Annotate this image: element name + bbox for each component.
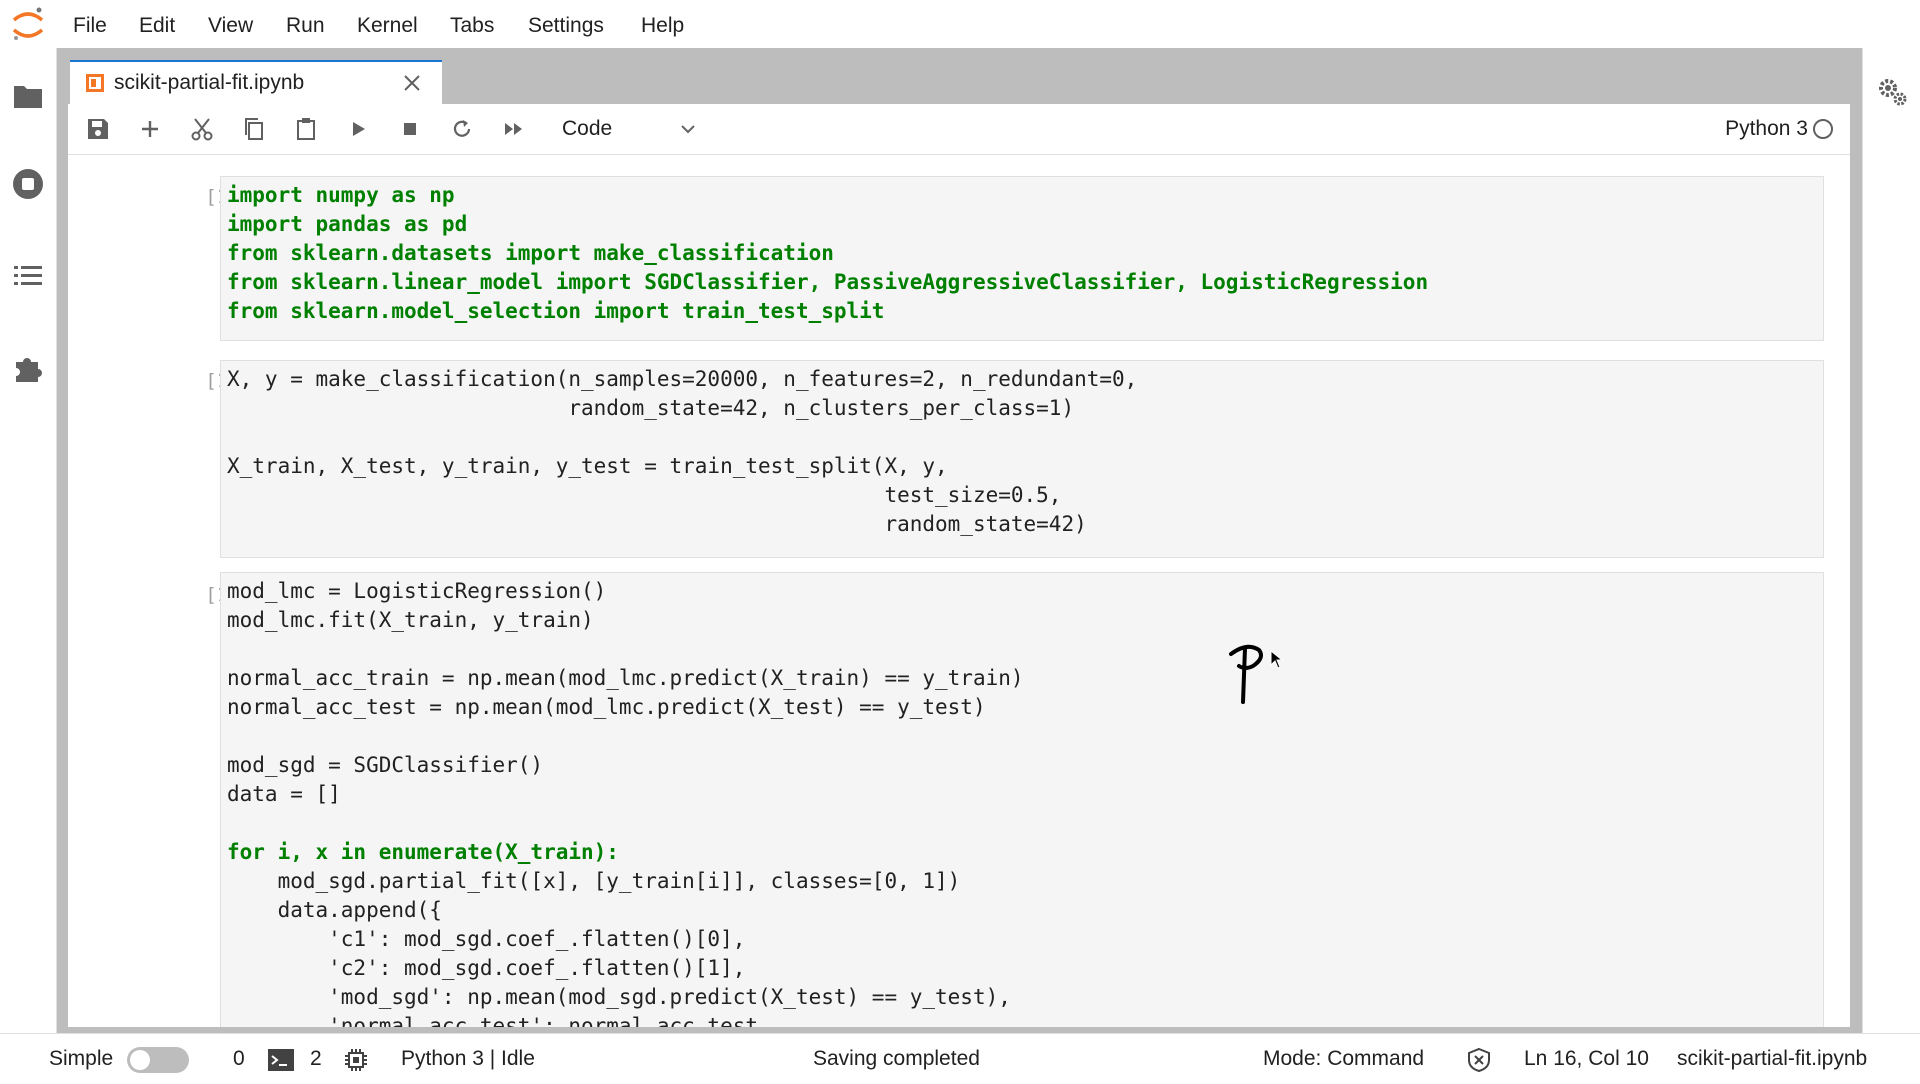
code-line: import pandas as pd xyxy=(227,212,468,236)
code-line: 'normal_acc_test': normal_acc_test, xyxy=(227,1014,771,1027)
code-line: mod_lmc.fit(X_train, y_train) xyxy=(227,608,594,632)
simple-mode-toggle[interactable] xyxy=(127,1047,189,1073)
kernel-idle-circle-icon xyxy=(1813,119,1833,139)
code-line: normal_acc_train = np.mean(mod_lmc.predi… xyxy=(227,666,1024,690)
mouse-cursor-icon xyxy=(1270,650,1284,669)
toggle-knob xyxy=(130,1050,150,1070)
chevron-down-icon[interactable] xyxy=(676,117,700,141)
menu-tabs[interactable]: Tabs xyxy=(450,0,494,48)
running-kernels-icon[interactable] xyxy=(10,166,46,202)
menu-edit[interactable]: Edit xyxy=(139,0,175,48)
status-filename: scikit-partial-fit.ipynb xyxy=(1677,1047,1868,1070)
code-line: from sklearn.datasets import make_classi… xyxy=(227,241,834,265)
terminal-count: 0 xyxy=(233,1047,245,1070)
code-cell[interactable]: X, y = make_classification(n_samples=200… xyxy=(220,360,1824,558)
save-icon[interactable] xyxy=(84,115,112,143)
code-cell[interactable]: import numpy as np import pandas as pd f… xyxy=(220,176,1824,341)
trusted-shield-icon xyxy=(1468,1047,1490,1073)
menu-bar: File Edit View Run Kernel Tabs Settings … xyxy=(0,0,1920,48)
cell-code: import numpy as np import pandas as pd f… xyxy=(227,181,1428,326)
code-line: from sklearn.model_selection import trai… xyxy=(227,299,885,323)
kernel-name[interactable]: Python 3 xyxy=(1718,104,1808,154)
cell-code: X, y = make_classification(n_samples=200… xyxy=(227,365,1137,539)
notebook-toolbar: Code Python 3 xyxy=(68,104,1850,155)
run-icon[interactable] xyxy=(344,115,372,143)
property-inspector-gears-icon[interactable] xyxy=(1877,76,1909,108)
table-of-contents-icon[interactable] xyxy=(10,258,46,294)
menu-settings[interactable]: Settings xyxy=(528,0,604,48)
code-line: random_state=42, n_clusters_per_class=1) xyxy=(227,396,1075,420)
close-icon[interactable] xyxy=(400,71,424,95)
tab-title: scikit-partial-fit.ipynb xyxy=(114,71,305,94)
notebook-icon xyxy=(86,74,104,92)
code-line: mod_sgd.partial_fit([x], [y_train[i]], c… xyxy=(227,869,961,893)
paste-icon[interactable] xyxy=(292,115,320,143)
kernel-count: 2 xyxy=(310,1047,322,1070)
mode-indicator[interactable]: Mode: Command xyxy=(1263,1034,1424,1084)
notebook-tab[interactable]: scikit-partial-fit.ipynb xyxy=(70,60,442,104)
folder-icon[interactable] xyxy=(10,78,46,114)
menu-help[interactable]: Help xyxy=(641,0,684,48)
jupyter-logo-icon xyxy=(12,7,44,40)
kernel-chip-icon[interactable] xyxy=(343,1047,369,1073)
code-line: normal_acc_test = np.mean(mod_lmc.predic… xyxy=(227,695,986,719)
copy-icon[interactable] xyxy=(240,115,268,143)
simple-mode-label: Simple xyxy=(49,1047,114,1070)
menu-view[interactable]: View xyxy=(208,0,253,48)
menu-kernel[interactable]: Kernel xyxy=(357,0,418,48)
code-line: 'c1': mod_sgd.coef_.flatten()[0], xyxy=(227,927,746,951)
code-line: 'mod_sgd': np.mean(mod_sgd.predict(X_tes… xyxy=(227,985,1011,1009)
code-line: for i, x in enumerate(X_train): xyxy=(227,840,619,864)
save-status: Saving completed xyxy=(813,1047,980,1070)
right-sidebar xyxy=(1862,48,1920,1033)
notebook-panel: Code Python 3 [110]: import numpy as np … xyxy=(68,104,1850,1027)
run-all-icon[interactable] xyxy=(500,115,528,143)
menu-run[interactable]: Run xyxy=(286,0,325,48)
code-line: mod_lmc = LogisticRegression() xyxy=(227,579,607,603)
handwritten-p-annotation xyxy=(1229,644,1263,704)
restart-icon[interactable] xyxy=(448,115,476,143)
code-line: X_train, X_test, y_train, y_test = train… xyxy=(227,454,948,478)
code-line: 'c2': mod_sgd.coef_.flatten()[1], xyxy=(227,956,746,980)
code-line: data = [] xyxy=(227,782,341,806)
code-line: data.append({ xyxy=(227,898,442,922)
code-line: random_state=42) xyxy=(227,512,1087,536)
code-line: import numpy as np xyxy=(227,183,455,207)
cut-icon[interactable] xyxy=(188,115,216,143)
extensions-icon[interactable] xyxy=(10,350,46,386)
left-sidebar xyxy=(0,48,57,1033)
code-cell[interactable]: mod_lmc = LogisticRegression() mod_lmc.f… xyxy=(220,572,1824,1027)
code-line: test_size=0.5, xyxy=(227,483,1062,507)
cursor-position[interactable]: Ln 16, Col 10 xyxy=(1524,1034,1649,1084)
stop-icon[interactable] xyxy=(396,115,424,143)
cell-code: mod_lmc = LogisticRegression() mod_lmc.f… xyxy=(227,577,1024,1027)
menu-file[interactable]: File xyxy=(73,0,107,48)
code-line: X, y = make_classification(n_samples=200… xyxy=(227,367,1138,391)
code-line: from sklearn.linear_model import SGDClas… xyxy=(227,270,1429,294)
status-bar: Simple 0 2 Python 3 | Idle Saving comple… xyxy=(0,1033,1920,1081)
kernel-status-text[interactable]: Python 3 | Idle xyxy=(401,1034,535,1084)
terminal-icon[interactable] xyxy=(268,1049,294,1071)
code-line: mod_sgd = SGDClassifier() xyxy=(227,753,544,777)
add-cell-icon[interactable] xyxy=(136,115,164,143)
